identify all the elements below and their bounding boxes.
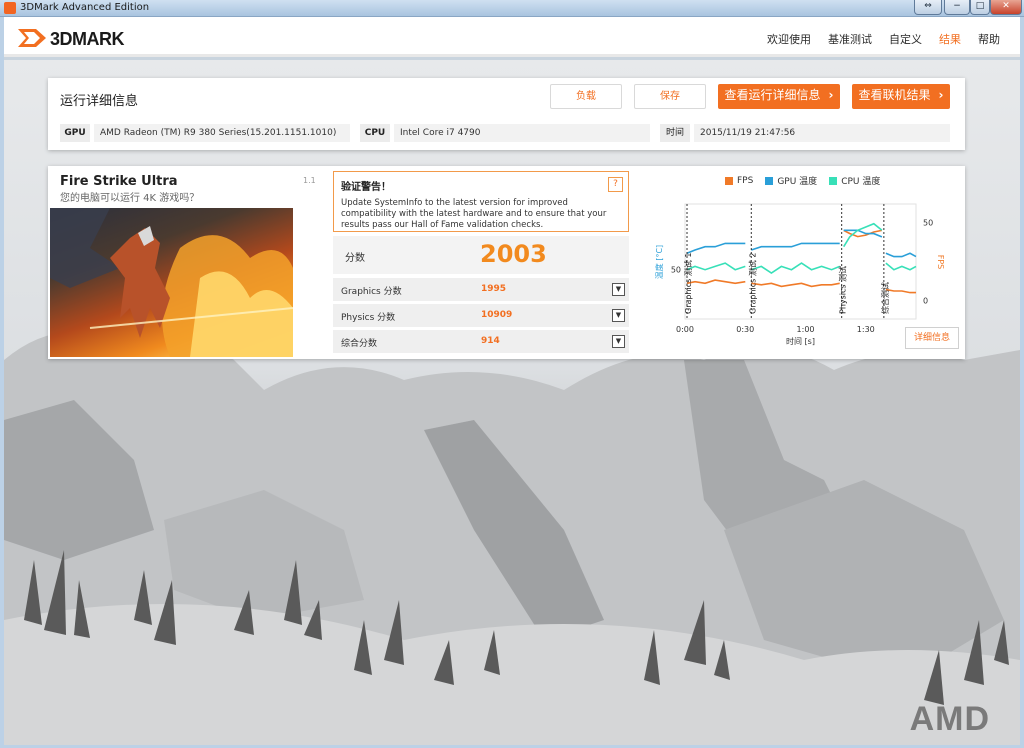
monitoring-chart: FPS GPU 温度 CPU 温度 Graphics 测试 1 Graphics … <box>640 166 965 359</box>
score-column: 验证警告！ ? Update SystemInfo to the latest … <box>333 166 633 359</box>
y-left-tick-label: 50 <box>671 266 681 275</box>
3dmark-logo: 3DMARK <box>16 25 156 51</box>
physics-score-label: Physics 分数 <box>341 313 396 323</box>
segment-label: Graphics 测试 1 <box>683 252 693 314</box>
segment-label: Graphics 测试 2 <box>747 252 757 314</box>
nav-help[interactable]: 帮助 <box>978 31 1000 47</box>
gpu-value: AMD Radeon (TM) R9 380 Series(15.201.115… <box>94 124 350 142</box>
physics-score-row[interactable]: Physics 分数 10909 ▼ <box>333 304 629 327</box>
x-tick-label: 1:30 <box>857 325 875 334</box>
chevron-right-icon: › <box>938 88 944 102</box>
close-button[interactable]: ✕ <box>990 0 1022 15</box>
score-label: 分数 <box>345 253 365 264</box>
y-right-axis-label: FPS <box>936 255 945 270</box>
main-nav: 欢迎使用 基准测试 自定义 结果 帮助 <box>767 31 1000 47</box>
view-run-details-label: 查看运行详细信息 <box>724 88 821 102</box>
time-value: 2015/11/19 21:47:56 <box>694 124 950 142</box>
segment-label: Physics 测试 <box>838 266 848 314</box>
combined-score-value: 914 <box>481 336 500 346</box>
graphics-score-value: 1995 <box>481 284 507 294</box>
nav-custom[interactable]: 自定义 <box>889 31 922 47</box>
overall-score: 分数 2003 <box>333 236 629 274</box>
logo-text: 3DMARK <box>50 29 125 49</box>
chart-details-button[interactable]: 详细信息 <box>905 327 959 349</box>
score-value: 2003 <box>480 240 547 268</box>
test-version: 1.1 <box>303 176 316 185</box>
app-icon <box>4 2 16 14</box>
expand-icon[interactable]: ▼ <box>612 335 625 348</box>
help-icon[interactable]: ? <box>608 177 623 192</box>
view-online-results-label: 查看联机结果 <box>858 88 931 102</box>
fire-strike-artwork <box>50 208 293 357</box>
y-right-tick-label: 50 <box>923 219 933 228</box>
test-subtitle: 您的电脑可以运行 4K 游戏吗？ <box>60 193 200 204</box>
amd-watermark: AMD <box>909 700 990 738</box>
window-title: 3DMark Advanced Edition <box>20 2 150 13</box>
view-run-details-button[interactable]: 查看运行详细信息 › <box>718 84 840 109</box>
combined-score-row[interactable]: 综合分数 914 ▼ <box>333 330 629 353</box>
validation-warning: 验证警告！ ? Update SystemInfo to the latest … <box>333 171 629 232</box>
physics-score-value: 10909 <box>481 310 513 320</box>
run-details-panel: 运行详细信息 负载 保存 查看运行详细信息 › 查看联机结果 › GPU AMD R… <box>48 78 965 150</box>
x-axis-label: 时间 [s] <box>786 336 815 346</box>
graphics-score-label: Graphics 分数 <box>341 287 402 297</box>
time-label: 时间 <box>660 124 690 142</box>
segment-label: 综合测试 <box>880 282 890 314</box>
y-right-tick-label: 0 <box>923 296 928 305</box>
nav-results[interactable]: 结果 <box>939 31 961 47</box>
minimize-button[interactable]: − <box>944 0 970 15</box>
maximize-button[interactable]: □ <box>970 0 990 15</box>
graphics-score-row[interactable]: Graphics 分数 1995 ▼ <box>333 278 629 301</box>
test-name: Fire Strike Ultra <box>60 174 178 189</box>
warning-text: Update SystemInfo to the latest version … <box>341 198 607 230</box>
y-left-axis-label: 温度 [°C] <box>654 245 664 279</box>
gpu-label: GPU <box>60 124 90 142</box>
expand-icon[interactable]: ▼ <box>612 309 625 322</box>
x-tick-label: 0:00 <box>676 325 694 334</box>
run-details-heading: 运行详细信息 <box>60 94 139 109</box>
expand-icon[interactable]: ▼ <box>612 283 625 296</box>
view-online-results-button[interactable]: 查看联机结果 › <box>852 84 950 109</box>
result-panel: Fire Strike Ultra 1.1 您的电脑可以运行 4K 游戏吗？ 验… <box>48 166 965 359</box>
system-info-row: GPU AMD Radeon (TM) R9 380 Series(15.201… <box>60 124 950 142</box>
background-scene: AMD <box>4 60 1020 745</box>
chevron-right-icon: › <box>828 88 834 102</box>
cpu-label: CPU <box>360 124 390 142</box>
cpu-value: Intel Core i7 4790 <box>394 124 650 142</box>
title-bar: 3DMark Advanced Edition ⇔ − □ ✕ <box>0 0 1024 17</box>
load-button[interactable]: 负载 <box>550 84 622 109</box>
app-header: 3DMARK 欢迎使用 基准测试 自定义 结果 帮助 <box>4 17 1020 57</box>
restore-layout-button[interactable]: ⇔ <box>914 0 942 15</box>
warning-title: 验证警告！ <box>341 182 391 193</box>
nav-benchmarks[interactable]: 基准测试 <box>828 31 872 47</box>
x-tick-label: 1:00 <box>797 325 815 334</box>
combined-score-label: 综合分数 <box>341 339 378 349</box>
save-button[interactable]: 保存 <box>634 84 706 109</box>
x-tick-label: 0:30 <box>736 325 754 334</box>
nav-welcome[interactable]: 欢迎使用 <box>767 31 811 47</box>
